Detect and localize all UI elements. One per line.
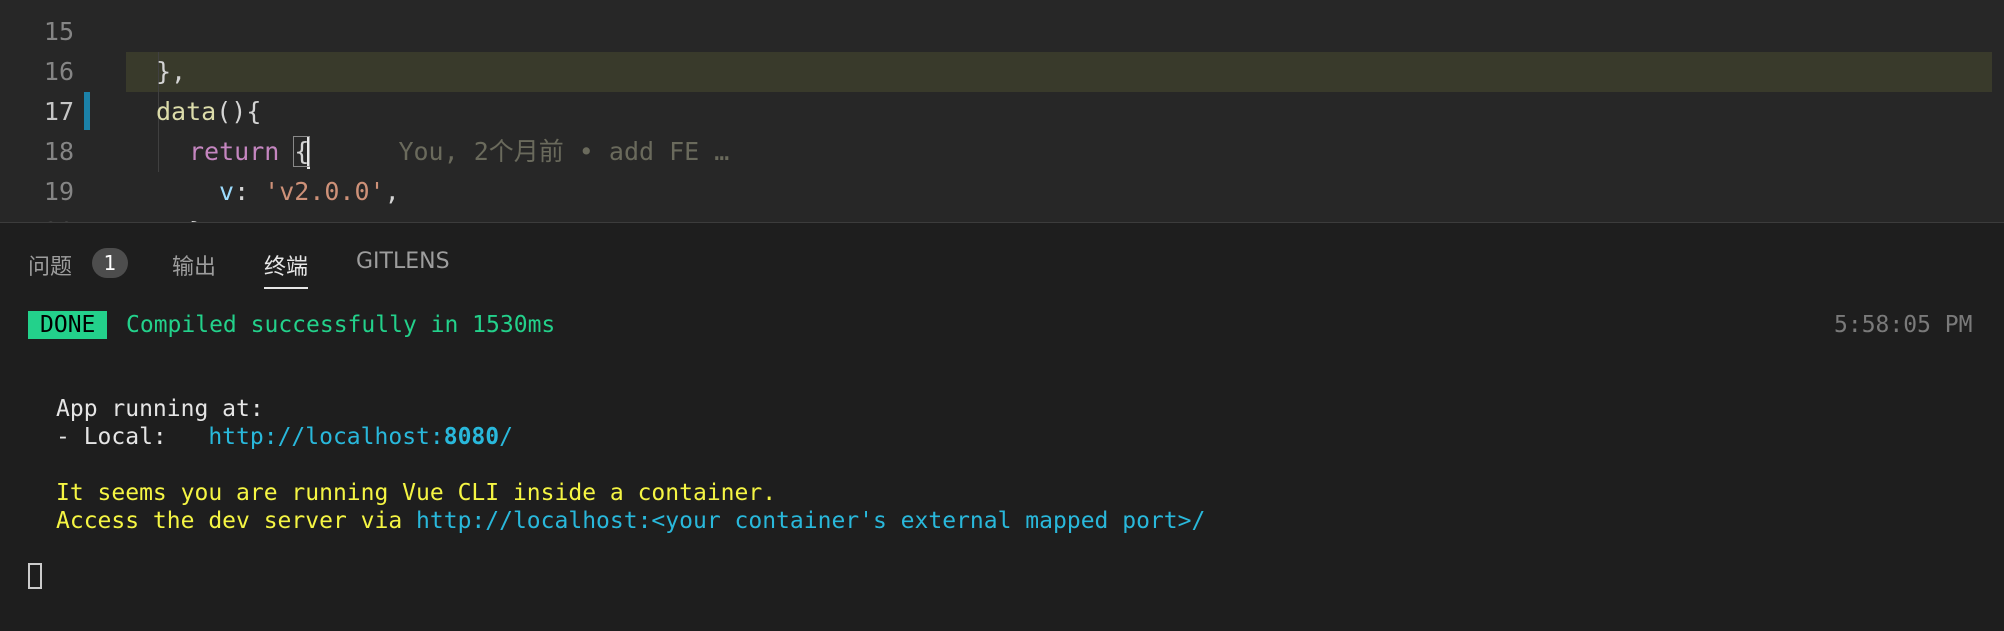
code-line-18[interactable]: 18 v: 'v2.0.0', bbox=[0, 92, 2004, 206]
terminal-cursor bbox=[28, 563, 42, 589]
local-url-port[interactable]: 8080 bbox=[444, 424, 499, 450]
code-line-16[interactable]: 16 data(){ bbox=[0, 12, 2004, 126]
done-badge: DONE bbox=[28, 311, 108, 339]
local-url-line: - Local: http://localhost:8080/ bbox=[56, 423, 513, 451]
local-url-suffix[interactable]: / bbox=[499, 424, 513, 450]
access-line: Access the dev server via http://localho… bbox=[56, 507, 1205, 535]
container-warning: It seems you are running Vue CLI inside … bbox=[56, 480, 777, 506]
local-url-prefix[interactable]: http://localhost: bbox=[208, 424, 443, 450]
code-line-21[interactable]: 21 } bbox=[0, 208, 2004, 222]
access-url[interactable]: http://localhost:<your container's exter… bbox=[416, 508, 1205, 534]
bottom-panel: 问题 1 输出 终端 GITLENS DONE Compiled success… bbox=[0, 222, 2004, 631]
access-label: Access the dev server via bbox=[56, 508, 417, 534]
compile-timestamp: 5:58:05 PM bbox=[1834, 312, 1973, 338]
code-line-19[interactable]: 19 } bbox=[0, 132, 2004, 222]
local-label: - Local: bbox=[56, 424, 209, 450]
code-line-15[interactable]: 15 }, bbox=[0, 0, 2004, 86]
code-editor[interactable]: 15 }, 16 data(){ 17 return {You, 2个月前 • … bbox=[0, 0, 2004, 222]
code-line-17[interactable]: 17 return {You, 2个月前 • add FE … bbox=[0, 52, 2004, 169]
code-line-20[interactable]: 20 }, bbox=[0, 172, 2004, 222]
terminal-output[interactable]: DONE Compiled successfully in 1530ms 5:5… bbox=[0, 223, 2004, 631]
compile-status: Compiled successfully in 1530ms bbox=[126, 312, 556, 338]
app-running-label: App running at: bbox=[56, 396, 264, 422]
